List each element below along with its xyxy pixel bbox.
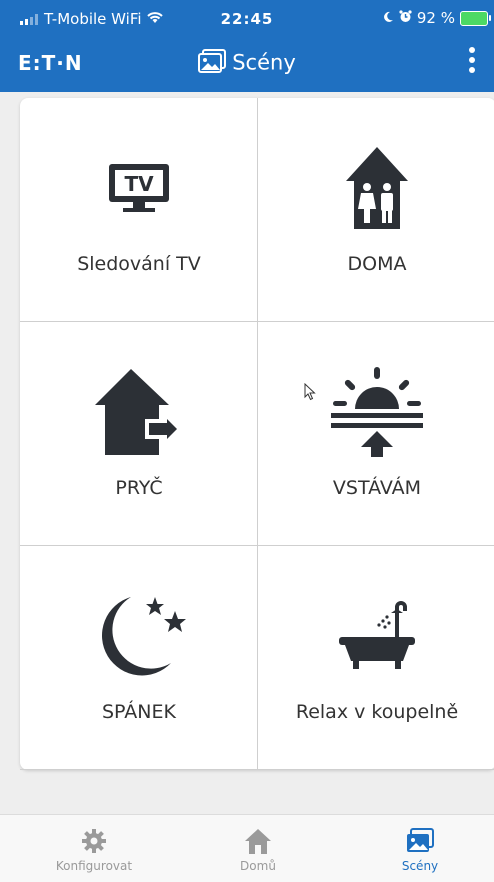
house-exit-icon xyxy=(20,362,258,462)
page-title: Scény xyxy=(0,49,494,78)
tv-icon: TV xyxy=(20,138,258,238)
alarm-icon xyxy=(399,9,412,27)
scene-tile-pryc[interactable]: PRYČ xyxy=(20,322,258,546)
home-icon xyxy=(178,823,338,859)
app-screen: T-Mobile WiFi 22:45 92 % E:T·N Scény TV … xyxy=(0,0,494,882)
scenes-icon xyxy=(340,823,494,859)
scene-tile-vstavam[interactable]: VSTÁVÁM xyxy=(258,322,494,546)
battery-percent: 92 % xyxy=(416,9,455,27)
scene-tile-tv[interactable]: TV Sledování TV xyxy=(20,98,258,322)
scenes-icon xyxy=(198,49,227,78)
scene-label: SPÁNEK xyxy=(102,701,176,723)
scene-grid: TV Sledování TV DOMA PRYČ VSTÁVÁM SPÁNEK… xyxy=(20,98,494,770)
bottom-nav: Konfigurovat Domů Scény xyxy=(0,814,494,882)
nav-label: Domů xyxy=(240,859,276,873)
page-title-text: Scény xyxy=(232,50,296,75)
mouse-cursor-icon xyxy=(304,382,316,405)
scene-label: DOMA xyxy=(347,253,407,275)
status-right: 92 % xyxy=(382,9,491,27)
moon-stars-icon xyxy=(20,586,258,686)
home-people-icon xyxy=(258,138,494,238)
scene-label: Relax v koupelně xyxy=(295,701,459,723)
nav-sceny[interactable]: Scény xyxy=(340,823,494,873)
sunrise-icon xyxy=(258,362,494,462)
nav-label: Konfigurovat xyxy=(55,859,133,873)
scene-label: VSTÁVÁM xyxy=(332,477,422,499)
scene-label: PRYČ xyxy=(115,477,163,499)
nav-label: Scény xyxy=(401,859,439,873)
bathtub-icon xyxy=(258,586,494,686)
status-bar: T-Mobile WiFi 22:45 92 % xyxy=(0,0,494,36)
svg-text:TV: TV xyxy=(124,172,154,196)
nav-domu[interactable]: Domů xyxy=(178,823,338,873)
gear-icon xyxy=(14,823,174,859)
scene-tile-doma[interactable]: DOMA xyxy=(258,98,494,322)
scene-tile-relax[interactable]: Relax v koupelně xyxy=(258,546,494,770)
moon-icon xyxy=(382,9,394,27)
scene-label: Sledování TV xyxy=(77,253,201,275)
more-vertical-icon[interactable] xyxy=(466,47,478,79)
nav-konfigurovat[interactable]: Konfigurovat xyxy=(14,823,174,873)
battery-charging-icon xyxy=(460,10,491,26)
scene-tile-spanek[interactable]: SPÁNEK xyxy=(20,546,258,770)
app-header: E:T·N Scény xyxy=(0,36,494,92)
